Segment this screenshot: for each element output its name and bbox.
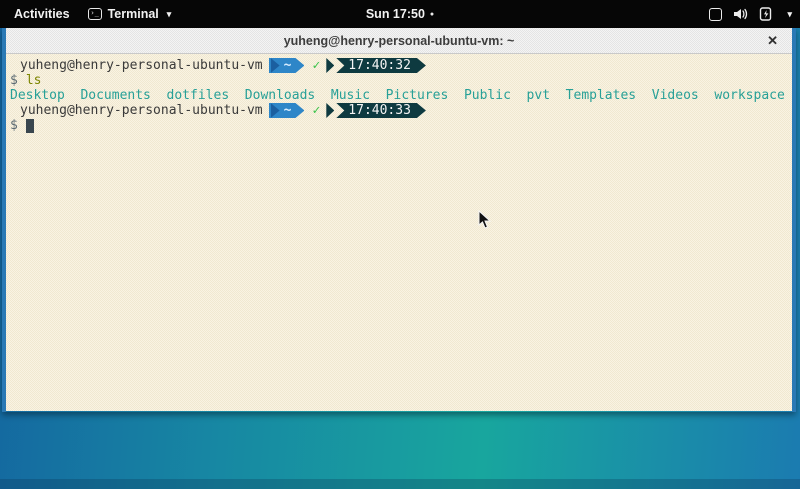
prompt-line: yuheng@henry-personal-ubuntu-vm ~ ✓ 17:4… <box>10 58 792 73</box>
text-cursor <box>26 119 34 133</box>
desktop-shade <box>0 479 800 489</box>
prompt-path-segment: ~ <box>269 103 305 118</box>
terminal-content[interactable]: yuheng@henry-personal-ubuntu-vm ~ ✓ 17:4… <box>6 54 792 411</box>
dir-entry: Videos <box>652 88 699 103</box>
window-title: yuheng@henry-personal-ubuntu-vm: ~ <box>284 34 515 48</box>
chevron-down-icon: ▾ <box>787 9 792 20</box>
powerline-chevron-icon <box>271 103 280 118</box>
prompt-dollar: $ <box>10 118 18 133</box>
notification-dot-icon: ● <box>430 11 434 18</box>
battery-charging-icon <box>759 7 774 21</box>
status-check-icon: ✓ <box>312 103 320 118</box>
dir-entry: Templates <box>566 88 636 103</box>
prompt-user: yuheng@henry-personal-ubuntu-vm <box>20 103 263 118</box>
mouse-cursor-icon <box>478 210 492 230</box>
dir-entry: Downloads <box>245 88 315 103</box>
window-titlebar[interactable]: yuheng@henry-personal-ubuntu-vm: ~ ✕ <box>6 28 792 54</box>
dir-entry: Music <box>331 88 370 103</box>
ls-output: Desktop Documents dotfiles Downloads Mus… <box>10 88 792 103</box>
powerline-arrow-icon <box>326 58 334 73</box>
prompt-line: yuheng@henry-personal-ubuntu-vm ~ ✓ 17:4… <box>10 103 792 118</box>
status-check-icon: ✓ <box>312 58 320 73</box>
dir-entry: Pictures <box>386 88 449 103</box>
terminal-window: yuheng@henry-personal-ubuntu-vm: ~ ✕ yuh… <box>2 28 796 412</box>
dir-entry: Desktop <box>10 88 65 103</box>
powerline-chevron-icon <box>271 58 280 73</box>
prompt-time-badge: 17:40:33 <box>336 103 426 118</box>
typed-command: ls <box>26 73 42 88</box>
clock-menu[interactable]: Sun 17:50 ● <box>0 7 800 21</box>
dir-entry: workspace <box>714 88 784 103</box>
command-line: $ ls <box>10 73 792 88</box>
system-status-area[interactable]: ▾ <box>709 0 792 28</box>
dir-entry: Documents <box>80 88 150 103</box>
dir-entry: Public <box>464 88 511 103</box>
top-bar: Activities ›_ Terminal ▾ Sun 17:50 ● ▾ <box>0 0 800 28</box>
screen-icon <box>709 8 722 21</box>
prompt-time-badge: 17:40:32 <box>336 58 426 73</box>
prompt-dollar: $ <box>10 73 18 88</box>
dir-entry: dotfiles <box>167 88 230 103</box>
dir-entry: pvt <box>527 88 550 103</box>
close-icon[interactable]: ✕ <box>767 28 778 54</box>
clock-label: Sun 17:50 <box>366 7 425 21</box>
prompt-path-segment: ~ <box>269 58 305 73</box>
prompt-user: yuheng@henry-personal-ubuntu-vm <box>20 58 263 73</box>
input-line[interactable]: $ <box>10 118 792 133</box>
volume-icon <box>733 7 748 21</box>
powerline-arrow-icon <box>326 103 334 118</box>
